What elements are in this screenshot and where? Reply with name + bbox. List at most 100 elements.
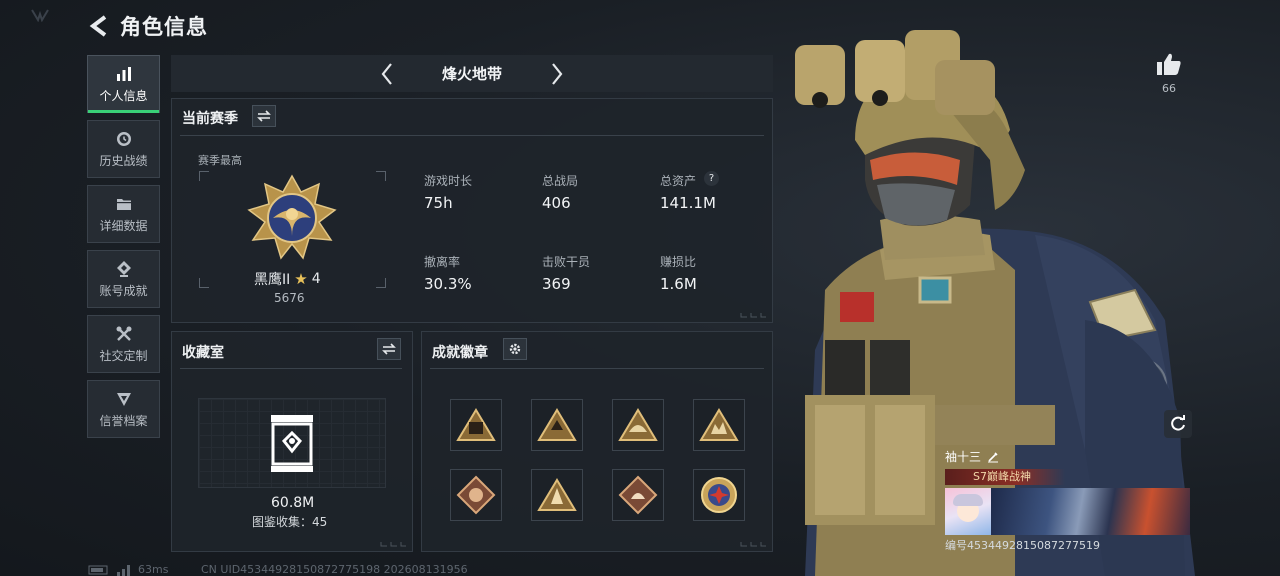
collection-showcase[interactable] <box>198 398 386 488</box>
badge-triangle-icon <box>537 478 577 511</box>
achievement-badge[interactable] <box>612 399 664 451</box>
achievement-badge[interactable] <box>693 399 745 451</box>
uid-text: CN UID45344928150872775198 202608131956 <box>201 563 468 576</box>
sidebar-item-label: 信誉档案 <box>99 413 148 428</box>
stat-label-operators-defeated: 击败干员 <box>542 255 591 269</box>
badge-triangle-icon <box>456 408 496 441</box>
tools-icon <box>116 326 131 341</box>
collection-value: 60.8M <box>271 495 315 511</box>
player-card[interactable]: 袖十三 S7巅峰战神 编号4534492815087277519 <box>945 448 1190 553</box>
signal-icon <box>117 564 130 576</box>
achievement-badge[interactable] <box>531 469 583 521</box>
badge-diamond-icon <box>456 475 496 515</box>
sidebar-item-credibility[interactable]: 信誉档案 <box>87 380 160 438</box>
stat-value-extract-rate: 30.3% <box>424 275 472 293</box>
chevron-left-icon <box>381 62 392 85</box>
rotate-model-button[interactable] <box>1164 410 1192 438</box>
player-title-badge: S7巅峰战神 <box>945 469 1065 485</box>
sidebar-item-detailed-data[interactable]: 详细数据 <box>87 185 160 243</box>
avatar[interactable] <box>945 488 991 535</box>
achievement-icon <box>116 260 131 277</box>
bar-chart-icon <box>116 66 131 81</box>
collection-switch-button[interactable] <box>377 338 401 360</box>
swap-icon <box>257 110 271 122</box>
thumbs-up-icon <box>1157 53 1181 75</box>
help-icon[interactable]: ? <box>704 171 719 186</box>
stat-label-total-matches: 总战局 <box>542 174 579 188</box>
stat-value-total-assets: 141.1M <box>660 194 716 212</box>
season-best-label: 赛季最高 <box>198 154 242 167</box>
panel-corner-marks <box>740 313 766 318</box>
rank-score: 5676 <box>274 291 305 305</box>
achievement-badge[interactable] <box>531 399 583 451</box>
page-header: 角色信息 <box>88 10 208 42</box>
credibility-icon <box>116 392 131 406</box>
achievements-title: 成就徽章 <box>432 345 488 361</box>
sidebar-item-personal-info[interactable]: 个人信息 <box>87 55 160 113</box>
footer-status: 63ms <box>88 563 168 576</box>
sidebar-item-history[interactable]: 历史战绩 <box>87 120 160 178</box>
badge-diamond-icon <box>618 475 658 515</box>
map-prev-button[interactable] <box>367 55 407 92</box>
player-name: 袖十三 <box>945 450 982 464</box>
achievement-badge[interactable] <box>612 469 664 521</box>
season-divider <box>180 135 764 136</box>
sidebar-nav: 个人信息 历史战绩 详细数据 账号成就 社交定制 信誉档案 <box>87 55 160 445</box>
badge-triangle-icon <box>699 408 739 441</box>
stat-label-profit-ratio: 赚损比 <box>660 255 697 269</box>
collection-divider <box>180 368 402 369</box>
banner-artwork <box>991 488 1190 535</box>
sidebar-item-label: 个人信息 <box>99 88 148 103</box>
folder-icon <box>116 198 131 210</box>
sidebar-item-label: 社交定制 <box>99 348 148 363</box>
refresh-icon <box>1171 415 1185 431</box>
history-clock-icon <box>116 131 131 146</box>
page-title: 角色信息 <box>120 15 208 39</box>
stat-label-extract-rate: 撤离率 <box>424 255 461 269</box>
like-button[interactable]: 66 <box>1153 52 1185 95</box>
stat-label-playtime: 游戏时长 <box>424 174 473 188</box>
chevron-right-icon <box>552 62 563 85</box>
badge-triangle-icon <box>537 408 577 441</box>
stat-value-total-matches: 406 <box>542 194 571 212</box>
gear-icon <box>509 343 521 355</box>
star-icon: ★ <box>294 270 308 288</box>
swap-icon <box>382 343 396 355</box>
rank-emblem-icon <box>247 174 337 260</box>
sidebar-item-label: 详细数据 <box>99 218 148 233</box>
player-id: 编号4534492815087277519 <box>945 539 1100 552</box>
badge-medal-icon <box>701 477 737 513</box>
map-next-button[interactable] <box>537 55 577 92</box>
corner-logo-icon <box>30 8 50 26</box>
rank-name-row: 黑鹰II ★ 4 <box>254 269 321 289</box>
rank-name: 黑鹰II <box>254 272 291 288</box>
achievement-badge[interactable] <box>693 469 745 521</box>
collection-title: 收藏室 <box>182 345 224 361</box>
vault-icon <box>271 415 313 472</box>
sidebar-item-achievements[interactable]: 账号成就 <box>87 250 160 308</box>
like-count: 66 <box>1162 82 1176 95</box>
achievement-badge[interactable] <box>450 399 502 451</box>
panel-corner-marks <box>380 542 406 547</box>
back-arrow-icon[interactable] <box>88 14 110 38</box>
rank-stars: 4 <box>311 271 321 287</box>
badge-triangle-icon <box>618 408 658 441</box>
panel-corner-marks <box>740 542 766 547</box>
sidebar-item-social-custom[interactable]: 社交定制 <box>87 315 160 373</box>
map-name: 烽火地带 <box>441 65 502 83</box>
stat-value-operators-defeated: 369 <box>542 275 571 293</box>
edit-pencil-icon[interactable] <box>987 451 999 463</box>
season-switch-button[interactable] <box>252 105 276 127</box>
achievements-settings-button[interactable] <box>503 338 527 360</box>
collection-progress: 图鉴收集：45 <box>252 515 328 529</box>
player-banner <box>945 488 1190 535</box>
battery-icon <box>88 565 108 574</box>
ping-text: 63ms <box>138 563 169 576</box>
season-title: 当前赛季 <box>182 111 238 127</box>
achievement-badge[interactable] <box>450 469 502 521</box>
sidebar-item-label: 账号成就 <box>99 283 148 298</box>
achievements-divider <box>430 368 764 369</box>
map-selector: 烽火地带 <box>171 55 773 92</box>
stat-value-profit-ratio: 1.6M <box>660 275 697 293</box>
stat-label-total-assets: 总资产 <box>660 174 697 188</box>
